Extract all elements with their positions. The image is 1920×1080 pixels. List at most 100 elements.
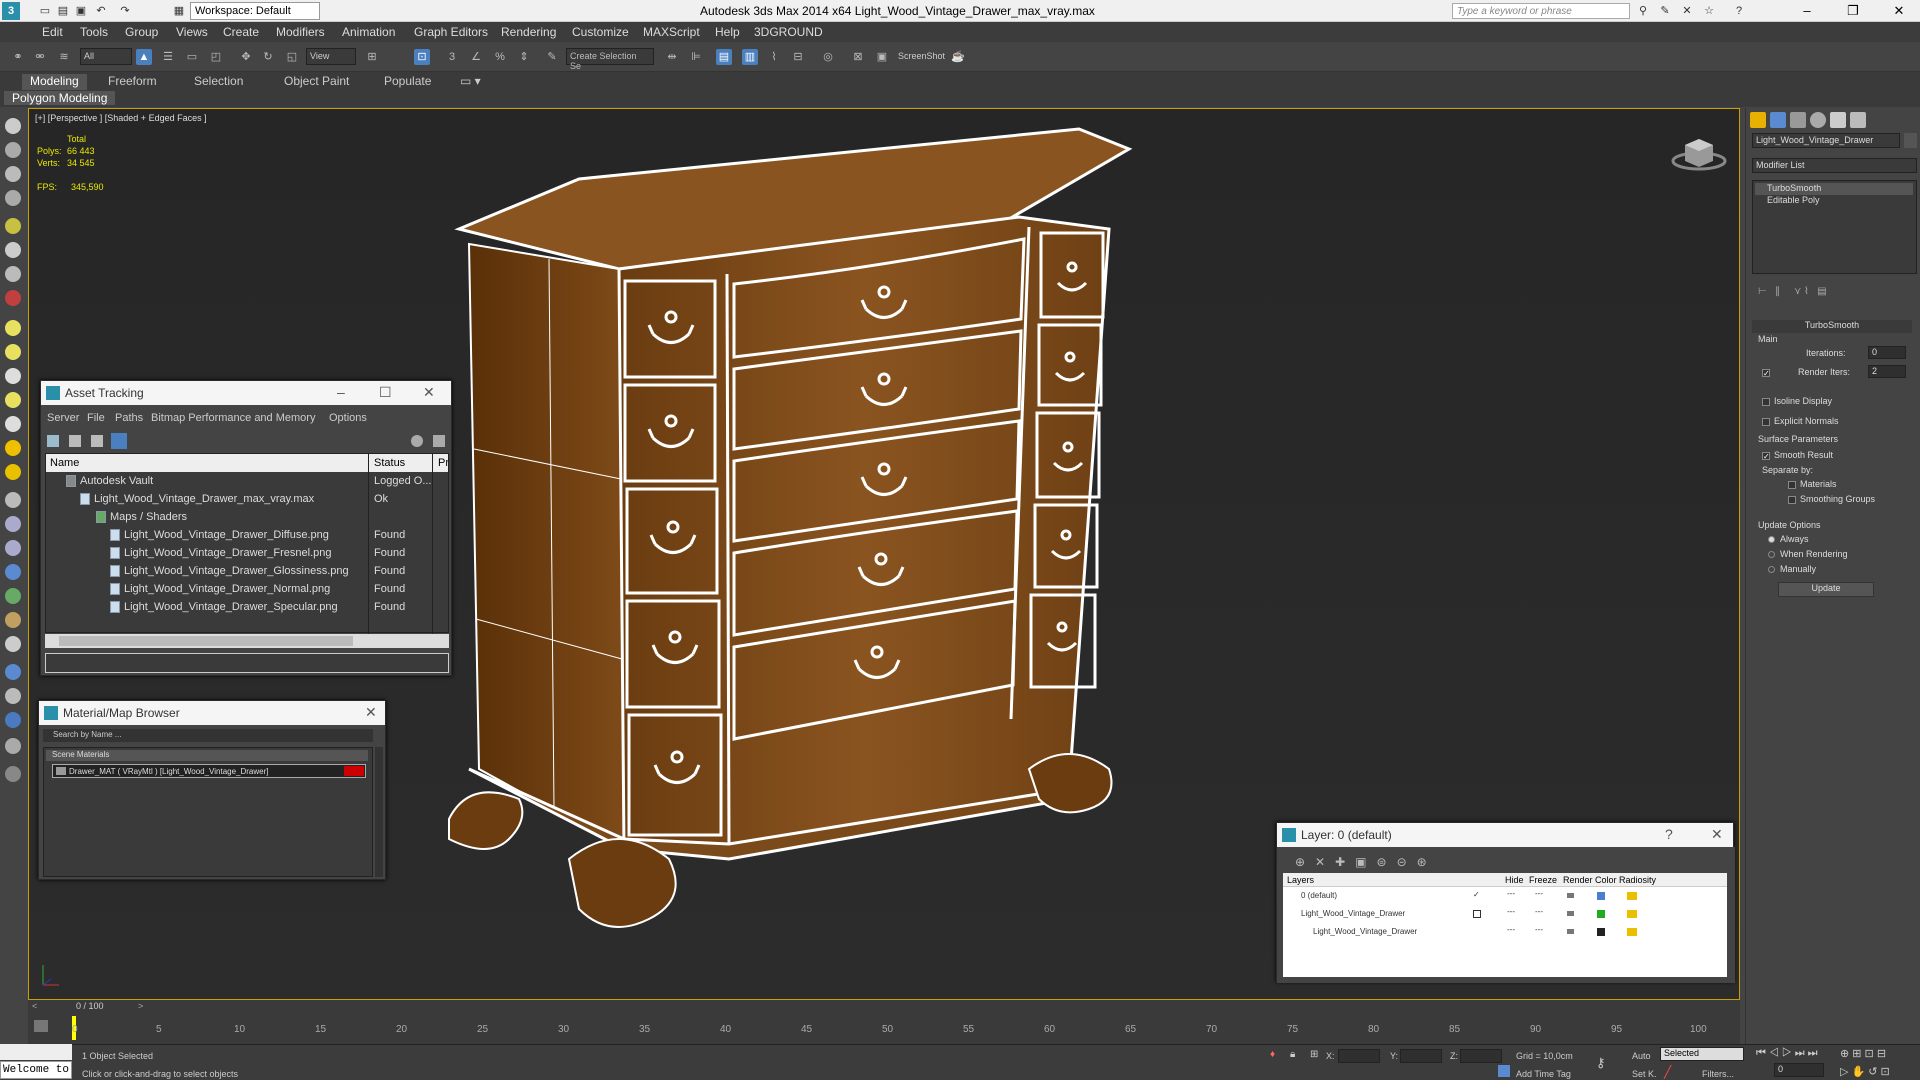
- layer-color-swatch[interactable]: [1597, 910, 1605, 918]
- render-iters-spinner[interactable]: 2: [1868, 365, 1906, 378]
- bind-space-warp-icon[interactable]: ≋: [56, 49, 72, 65]
- render-teapot-icon[interactable]: [1567, 929, 1574, 934]
- object-color-swatch[interactable]: [1904, 133, 1917, 148]
- path-field[interactable]: [45, 653, 449, 673]
- tool-icon-2[interactable]: [5, 142, 21, 158]
- app-logo-icon[interactable]: 3: [2, 2, 20, 20]
- set-key-button[interactable]: Set K.: [1632, 1069, 1657, 1079]
- scale-icon[interactable]: ◱: [284, 49, 300, 65]
- tool-icon-24[interactable]: [5, 688, 21, 704]
- menu-server[interactable]: Server: [47, 412, 79, 424]
- tools-icon[interactable]: ✎: [1658, 4, 1672, 18]
- tool-icon-13[interactable]: [5, 416, 21, 432]
- tab-modeling[interactable]: Modeling: [22, 74, 87, 90]
- menu-modifiers[interactable]: Modifiers: [276, 25, 325, 39]
- ref-coord-dropdown[interactable]: View: [306, 48, 356, 65]
- object-name-field[interactable]: Light_Wood_Vintage_Drawer: [1752, 133, 1900, 148]
- z-coordinate-field[interactable]: [1460, 1049, 1502, 1063]
- new-file-icon[interactable]: ▭: [38, 4, 52, 18]
- tool-icon-12[interactable]: [5, 392, 21, 408]
- always-radio[interactable]: [1768, 536, 1775, 543]
- track-bar-menu-icon[interactable]: [34, 1020, 48, 1032]
- menu-rendering[interactable]: Rendering: [501, 25, 556, 39]
- radiosity-icon[interactable]: [1627, 892, 1637, 900]
- materials-checkbox[interactable]: [1788, 481, 1796, 489]
- snap-toggle-icon[interactable]: 3: [444, 49, 460, 65]
- ribbon-toggle-icon[interactable]: ▥: [742, 49, 758, 65]
- asset-tracking-titlebar[interactable]: Asset Tracking – ☐ ✕: [41, 381, 451, 405]
- move-icon[interactable]: ✥: [238, 49, 254, 65]
- render-iters-checkbox[interactable]: ✓: [1762, 369, 1770, 378]
- tool-icon-3[interactable]: [5, 166, 21, 182]
- horizontal-scrollbar[interactable]: [45, 634, 449, 648]
- curve-editor-icon[interactable]: ⌇: [766, 49, 782, 65]
- menu-help[interactable]: Help: [715, 25, 740, 39]
- viewcube-icon[interactable]: [1669, 133, 1729, 173]
- layer-color-swatch[interactable]: [1597, 928, 1605, 936]
- screenshot-label[interactable]: ScreenShot: [898, 51, 945, 61]
- table-row[interactable]: Light_Wood_Vintage_Drawer_Fresnel.png Fo…: [46, 544, 448, 562]
- col-hide[interactable]: Hide: [1505, 875, 1524, 885]
- layer-row[interactable]: Light_Wood_Vintage_Drawer --- ---: [1283, 907, 1727, 923]
- material-item[interactable]: Drawer_MAT ( VRayMtl ) [Light_Wood_Vinta…: [52, 764, 366, 778]
- percent-snap-icon[interactable]: %: [492, 49, 508, 65]
- col-freeze[interactable]: Freeze: [1529, 875, 1557, 885]
- select-by-name-icon[interactable]: ☰: [160, 49, 176, 65]
- workspace-dropdown[interactable]: Workspace: Default: [190, 2, 320, 20]
- project-folder-icon[interactable]: ▦: [172, 4, 186, 18]
- radiosity-icon[interactable]: [1627, 910, 1637, 918]
- tool-icon-16[interactable]: [5, 492, 21, 508]
- y-coordinate-field[interactable]: [1400, 1049, 1442, 1063]
- when-rendering-radio[interactable]: [1768, 551, 1775, 558]
- render-teapot-icon[interactable]: [1567, 911, 1574, 916]
- tool-icon-6[interactable]: [5, 242, 21, 258]
- material-editor-icon[interactable]: ◎: [820, 49, 836, 65]
- tool-icon-19[interactable]: [5, 564, 21, 580]
- list-view-icon[interactable]: [69, 435, 81, 447]
- modifier-list-dropdown[interactable]: Modifier List: [1752, 158, 1917, 173]
- open-file-icon[interactable]: ▤: [56, 4, 70, 18]
- stack-item-turbosmooth[interactable]: TurboSmooth: [1755, 183, 1913, 195]
- minimize-icon[interactable]: –: [337, 384, 345, 400]
- named-selection-dropdown[interactable]: Create Selection Se: [566, 48, 654, 71]
- tool-icon-7[interactable]: [5, 266, 21, 282]
- tool-icon-27[interactable]: [5, 766, 21, 782]
- set-key-icon[interactable]: ╱: [1664, 1065, 1671, 1079]
- layer-color-swatch[interactable]: [1597, 892, 1605, 900]
- explicit-normals-checkbox[interactable]: [1762, 418, 1770, 426]
- modify-tab-icon[interactable]: [1770, 112, 1786, 128]
- lock-selection-icon[interactable]: 🔒︎: [1290, 1049, 1295, 1060]
- tool-icon-14[interactable]: [5, 440, 21, 456]
- x-coordinate-field[interactable]: [1338, 1049, 1380, 1063]
- maxscript-welcome-field[interactable]: Welcome to: [0, 1061, 72, 1079]
- render-frame-icon[interactable]: ▣: [874, 49, 890, 65]
- absolute-mode-icon[interactable]: ⊞: [1310, 1049, 1318, 1060]
- polygon-modeling-tab[interactable]: Polygon Modeling: [4, 91, 116, 105]
- add-time-tag[interactable]: Add Time Tag: [1516, 1069, 1571, 1079]
- tool-icon-5[interactable]: [5, 218, 21, 234]
- close-window-icon[interactable]: ✕: [1884, 2, 1914, 20]
- tool-icon-18[interactable]: [5, 540, 21, 556]
- tool-icon-21[interactable]: [5, 612, 21, 628]
- minimize-icon[interactable]: –: [1792, 2, 1822, 20]
- col-layers[interactable]: Layers: [1287, 875, 1314, 885]
- active-box-icon[interactable]: [1473, 910, 1481, 918]
- restore-icon[interactable]: ❐: [1838, 2, 1868, 20]
- hierarchy-tab-icon[interactable]: [1790, 112, 1806, 128]
- tree-view-icon[interactable]: [111, 433, 127, 449]
- edit-named-sel-icon[interactable]: ✎: [544, 49, 560, 65]
- table-row[interactable]: Autodesk Vault Logged O...: [46, 472, 448, 490]
- viewport-nav-icons[interactable]: ⊕ ⊞ ⊡ ⊟: [1840, 1047, 1886, 1060]
- key-icon[interactable]: ⚷: [1596, 1055, 1606, 1071]
- tool-icon-10[interactable]: [5, 344, 21, 360]
- menu-customize[interactable]: Customize: [572, 25, 629, 39]
- viewport-nav-icons-2[interactable]: ▷ ✋ ↺ ⊡: [1840, 1065, 1890, 1078]
- tool-icon-26[interactable]: [5, 738, 21, 754]
- stack-item-editable-poly[interactable]: Editable Poly: [1755, 195, 1913, 207]
- subscription-icon[interactable]: ✕: [1680, 4, 1694, 18]
- playback-controls[interactable]: ⏮ ◁ ▷ ⏭ ⏭: [1756, 1047, 1818, 1060]
- angle-snap-icon[interactable]: ∠: [468, 49, 484, 65]
- material-browser-titlebar[interactable]: Material/Map Browser ✕: [39, 701, 385, 725]
- smooth-result-checkbox[interactable]: ✓: [1762, 452, 1770, 461]
- tool-icon-11[interactable]: [5, 368, 21, 384]
